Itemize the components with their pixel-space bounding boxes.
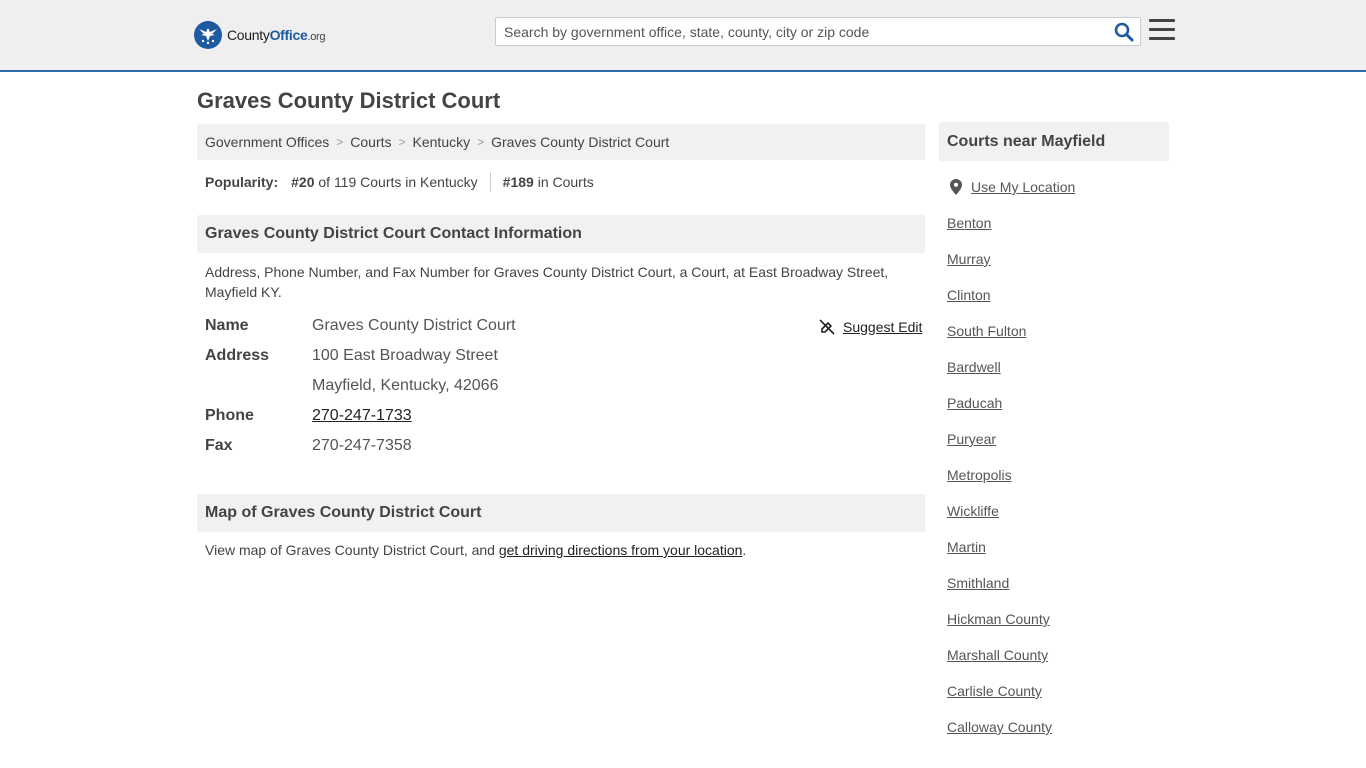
breadcrumb-courts[interactable]: Courts: [350, 134, 391, 150]
list-item: Bardwell: [947, 357, 1052, 393]
list-item: Calloway County: [947, 717, 1052, 753]
page-title: Graves County District Court: [197, 88, 501, 113]
breadcrumb: Government Offices > Courts > Kentucky >…: [197, 124, 925, 160]
list-item: Murray: [947, 249, 1052, 285]
nearby-court-link[interactable]: Martin: [947, 539, 986, 555]
nearby-court-link[interactable]: Carlisle County: [947, 683, 1042, 699]
hamburger-menu-icon[interactable]: [1149, 19, 1175, 41]
suggest-edit-icon: [819, 319, 835, 335]
nearby-court-link[interactable]: Metropolis: [947, 467, 1012, 483]
logo-text: CountyOffice.org: [227, 27, 326, 43]
contact-description: Address, Phone Number, and Fax Number fo…: [205, 264, 889, 300]
nearby-court-link[interactable]: Clinton: [947, 287, 991, 303]
list-item: Benton: [947, 213, 1052, 249]
popularity-label: Popularity:: [205, 174, 279, 190]
breadcrumb-separator: >: [477, 135, 485, 149]
nearby-court-link[interactable]: Murray: [947, 251, 991, 267]
breadcrumb-separator: >: [398, 135, 406, 149]
national-rank: #189: [502, 174, 534, 190]
list-item: Marshall County: [947, 645, 1052, 681]
state-rank-text: of 119 Courts in Kentucky: [314, 174, 478, 190]
search-icon[interactable]: [1114, 22, 1134, 42]
driving-directions-link[interactable]: get driving directions from your locatio…: [499, 542, 743, 558]
logo-eagle-icon: [194, 21, 222, 49]
nearby-courts-list: Benton Murray Clinton South Fulton Bardw…: [947, 213, 1052, 753]
address-line2: Mayfield, Kentucky, 42066: [312, 377, 499, 394]
phone-link[interactable]: 270-247-1733: [312, 407, 412, 425]
search-input[interactable]: [496, 18, 1106, 45]
phone-row: Phone 270-247-1733: [205, 404, 412, 428]
list-item: Puryear: [947, 429, 1052, 465]
map-text-before: View map of Graves County District Court…: [205, 542, 499, 558]
address-label: Address: [205, 347, 270, 364]
list-item: Paducah: [947, 393, 1052, 429]
map-heading: Map of Graves County District Court: [197, 494, 925, 532]
breadcrumb-current: Graves County District Court: [491, 134, 670, 150]
address-row-2: Mayfield, Kentucky, 42066: [205, 374, 498, 398]
nearby-court-link[interactable]: Hickman County: [947, 611, 1050, 627]
national-rank-text: in Courts: [533, 174, 594, 190]
state-rank: #20: [291, 174, 315, 190]
popularity-bar: Popularity: #20 of 119 Courts in Kentuck…: [205, 172, 594, 192]
breadcrumb-kentucky[interactable]: Kentucky: [413, 134, 471, 150]
nearby-court-link[interactable]: Puryear: [947, 431, 996, 447]
suggest-edit-label: Suggest Edit: [843, 319, 923, 335]
search-box: [495, 17, 1141, 46]
list-item: Metropolis: [947, 465, 1052, 501]
fax-label: Fax: [205, 437, 233, 454]
list-item: South Fulton: [947, 321, 1052, 357]
map-description: View map of Graves County District Court…: [205, 540, 917, 560]
site-logo[interactable]: CountyOffice.org: [194, 20, 326, 50]
fax-value: 270-247-7358: [312, 437, 412, 454]
name-label: Name: [205, 317, 249, 334]
site-header: CountyOffice.org: [0, 0, 1366, 72]
fax-row: Fax 270-247-7358: [205, 434, 412, 458]
list-item: Clinton: [947, 285, 1052, 321]
use-location: Use My Location: [950, 178, 1075, 196]
nearby-court-link[interactable]: Paducah: [947, 395, 1002, 411]
contact-info-heading: Graves County District Court Contact Inf…: [197, 215, 925, 253]
nearby-court-link[interactable]: Calloway County: [947, 719, 1052, 735]
list-item: Carlisle County: [947, 681, 1052, 717]
list-item: Wickliffe: [947, 501, 1052, 537]
nearby-court-link[interactable]: Wickliffe: [947, 503, 999, 519]
sidebar-heading: Courts near Mayfield: [939, 122, 1169, 161]
breadcrumb-separator: >: [336, 135, 344, 149]
use-my-location-link[interactable]: Use My Location: [971, 179, 1075, 195]
popularity-divider: [489, 172, 491, 192]
nearby-court-link[interactable]: Bardwell: [947, 359, 1001, 375]
map-pin-icon: [950, 179, 962, 195]
nearby-court-link[interactable]: South Fulton: [947, 323, 1026, 339]
nearby-court-link[interactable]: Marshall County: [947, 647, 1048, 663]
nearby-court-link[interactable]: Smithland: [947, 575, 1009, 591]
map-text-after: .: [742, 542, 747, 558]
phone-label: Phone: [205, 407, 254, 424]
nearby-court-link[interactable]: Benton: [947, 215, 991, 231]
suggest-edit-link[interactable]: Suggest Edit: [819, 318, 922, 336]
address-row: Address 100 East Broadway Street: [205, 344, 498, 368]
name-value: Graves County District Court: [312, 317, 516, 334]
address-line1: 100 East Broadway Street: [312, 347, 498, 364]
list-item: Hickman County: [947, 609, 1052, 645]
breadcrumb-government-offices[interactable]: Government Offices: [205, 134, 329, 150]
list-item: Martin: [947, 537, 1052, 573]
list-item: Smithland: [947, 573, 1052, 609]
name-row: Name Graves County District Court: [205, 314, 516, 338]
